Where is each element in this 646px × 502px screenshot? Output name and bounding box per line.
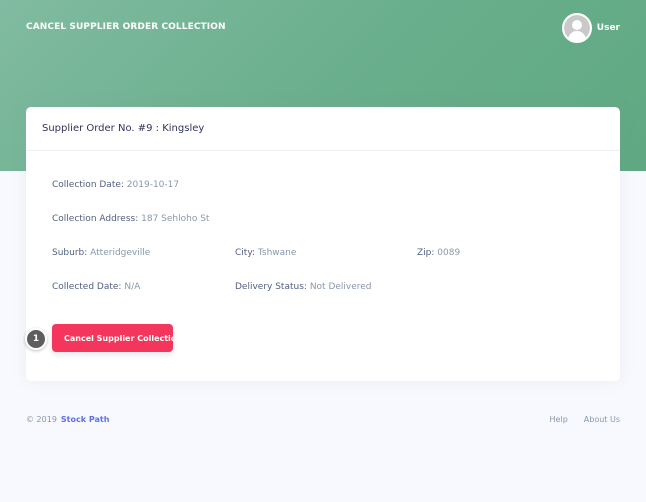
delivery-status-value: Not Delivered [309,282,372,292]
card-title: Supplier Order No. #9 : Kingsley [42,123,205,134]
collected-date: Collected Date: N/A [52,282,140,292]
zip: Zip: 0089 [417,248,460,258]
zip-label: Zip: [417,248,435,258]
zip-value: 0089 [437,248,461,258]
city: City: Tshwane [235,248,296,258]
collection-address-value: 187 Sehloho St [141,214,210,224]
collection-date-value: 2019-10-17 [126,180,180,190]
brand-link[interactable]: Stock Path [61,415,110,424]
footer-copyright: © 2019 Stock Path [26,415,109,424]
footer-links: Help About Us [550,415,620,424]
collection-date-label: Collection Date: [52,180,124,190]
card-header: Supplier Order No. #9 : Kingsley [26,107,620,151]
suburb-value: Atteridgeville [90,248,151,258]
collection-date: Collection Date: 2019-10-17 [52,180,179,190]
footer-link-about-us[interactable]: About Us [584,415,620,424]
page-title: CANCEL SUPPLIER ORDER COLLECTION [26,22,226,32]
delivery-status: Delivery Status: Not Delivered [235,282,372,292]
copyright-text: © 2019 [26,415,57,424]
footer-link-help[interactable]: Help [550,415,568,424]
user-menu[interactable]: User [561,13,620,43]
user-name[interactable]: User [597,23,620,33]
step-badge: 1 [25,328,47,350]
suburb-label: Suburb: [52,248,88,258]
collected-date-value: N/A [124,282,141,292]
collection-address: Collection Address: 187 Sehloho St [52,214,209,224]
collected-date-label: Collected Date: [52,282,122,292]
delivery-status-label: Delivery Status: [235,282,307,292]
city-label: City: [235,248,256,258]
user-avatar-icon[interactable] [561,13,592,43]
city-value: Tshwane [257,248,297,258]
suburb: Suburb: Atteridgeville [52,248,150,258]
cancel-supplier-collection-button[interactable]: Cancel Supplier Collection [52,324,173,352]
collection-address-label: Collection Address: [52,214,139,224]
supplier-order-card: Supplier Order No. #9 : Kingsley Collect… [26,107,620,381]
